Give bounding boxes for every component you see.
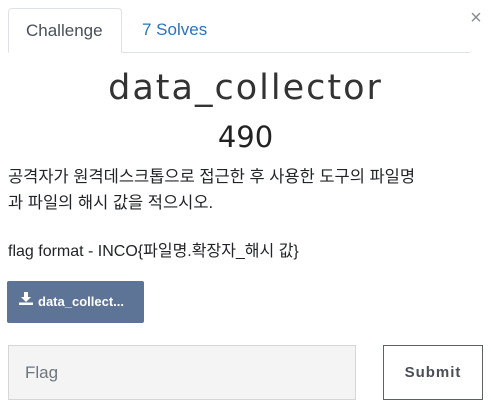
download-icon — [19, 281, 33, 322]
description-line: 과 파일의 해시 값을 적으시오. — [8, 194, 214, 212]
challenge-description: 공격자가 원격데스크톱으로 접근한 후 사용한 도구의 파일명 과 파일의 해시… — [8, 164, 478, 216]
description-line: 공격자가 원격데스크톱으로 접근한 후 사용한 도구의 파일명 — [8, 168, 416, 186]
flag-format-text: flag format - INCO{파일명.확장자_해시 값} — [8, 243, 299, 260]
close-icon[interactable]: × — [469, 8, 483, 28]
submit-button[interactable]: Submit — [383, 345, 483, 400]
tab-solves[interactable]: 7 Solves — [125, 8, 224, 52]
download-file-label: data_collect... — [38, 294, 124, 309]
challenge-title: data_collector — [108, 68, 383, 108]
challenge-points: 490 — [217, 120, 274, 154]
challenge-tabs: Challenge 7 Solves — [8, 8, 470, 53]
flag-input[interactable] — [8, 345, 356, 400]
download-file-button[interactable]: data_collect... — [7, 281, 144, 323]
tab-challenge[interactable]: Challenge — [8, 8, 122, 53]
